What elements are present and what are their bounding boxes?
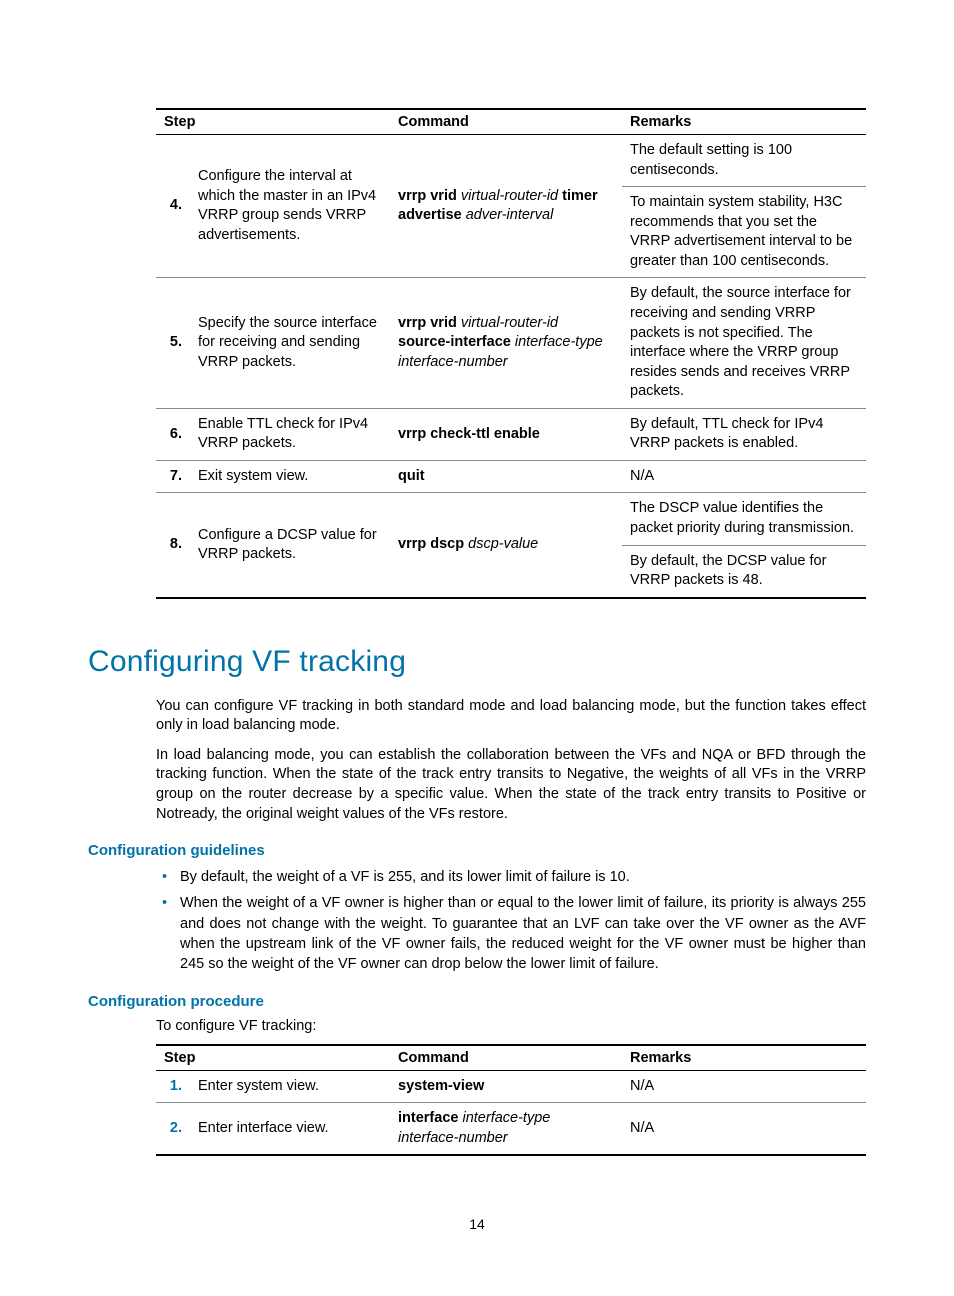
step-number: 1.: [170, 1078, 182, 1094]
th-remarks: Remarks: [622, 1045, 866, 1071]
table2: Step Command Remarks 1. Enter system vie…: [156, 1044, 866, 1157]
list-item: When the weight of a VF owner is higher …: [180, 893, 866, 974]
procedure-heading: Configuration procedure: [88, 993, 866, 1010]
step-number: 8.: [170, 536, 182, 552]
command-table-1: Step Command Remarks 4. Configure the in…: [156, 108, 866, 599]
step-number: 7.: [170, 468, 182, 484]
remarks-cell: By default, TTL check for IPv4 VRRP pack…: [622, 408, 866, 460]
remarks-cell: The default setting is 100 centiseconds.…: [622, 135, 866, 278]
table-row: 4. Configure the interval at which the m…: [156, 135, 866, 278]
step-desc: Enter interface view.: [190, 1103, 390, 1156]
step-number: 2.: [170, 1120, 182, 1136]
table-row: 1. Enter system view. system-view N/A: [156, 1070, 866, 1103]
th-command: Command: [390, 1045, 622, 1071]
list-item: By default, the weight of a VF is 255, a…: [180, 867, 866, 887]
table-row: 8. Configure a DCSP value for VRRP packe…: [156, 493, 866, 598]
table-row: 2. Enter interface view. interface inter…: [156, 1103, 866, 1156]
table-row: 5. Specify the source interface for rece…: [156, 278, 866, 408]
step-desc: Configure a DCSP value for VRRP packets.: [190, 493, 390, 598]
table-row: 7. Exit system view. quit N/A: [156, 460, 866, 493]
th-step: Step: [156, 1045, 390, 1071]
remarks-cell: N/A: [622, 1070, 866, 1103]
paragraph: You can configure VF tracking in both st…: [156, 697, 866, 736]
remarks-cell: By default, the source interface for rec…: [622, 278, 866, 408]
th-command: Command: [390, 109, 622, 135]
command-cell: system-view: [390, 1070, 622, 1103]
remarks-cell: N/A: [622, 1103, 866, 1156]
th-remarks: Remarks: [622, 109, 866, 135]
step-desc: Enable TTL check for IPv4 VRRP packets.: [190, 408, 390, 460]
remarks-cell: N/A: [622, 460, 866, 493]
step-number: 5.: [170, 334, 182, 350]
guidelines-list: By default, the weight of a VF is 255, a…: [156, 867, 866, 974]
step-desc: Enter system view.: [190, 1070, 390, 1103]
guidelines-heading: Configuration guidelines: [88, 842, 866, 859]
step-number: 6.: [170, 426, 182, 442]
th-step: Step: [156, 109, 390, 135]
page: Step Command Remarks 4. Configure the in…: [0, 0, 954, 1292]
step-desc: Specify the source interface for receivi…: [190, 278, 390, 408]
command-cell: vrrp vrid virtual-router-id timer advert…: [390, 135, 622, 278]
step-desc: Exit system view.: [190, 460, 390, 493]
command-cell: interface interface-type interface-numbe…: [390, 1103, 622, 1156]
section-heading: Configuring VF tracking: [88, 645, 866, 679]
step-desc: Configure the interval at which the mast…: [190, 135, 390, 278]
command-table-2: Step Command Remarks 1. Enter system vie…: [156, 1044, 866, 1157]
command-cell: vrrp dscp dscp-value: [390, 493, 622, 598]
procedure-intro: To configure VF tracking:: [156, 1018, 866, 1034]
command-cell: vrrp check-ttl enable: [390, 408, 622, 460]
remarks-cell: The DSCP value identifies the packet pri…: [622, 493, 866, 598]
command-cell: quit: [390, 460, 622, 493]
paragraph: In load balancing mode, you can establis…: [156, 746, 866, 824]
table1: Step Command Remarks 4. Configure the in…: [156, 108, 866, 599]
table-row: 6. Enable TTL check for IPv4 VRRP packet…: [156, 408, 866, 460]
command-cell: vrrp vrid virtual-router-id source-inter…: [390, 278, 622, 408]
step-number: 4.: [170, 197, 182, 213]
page-number: 14: [88, 1216, 866, 1232]
